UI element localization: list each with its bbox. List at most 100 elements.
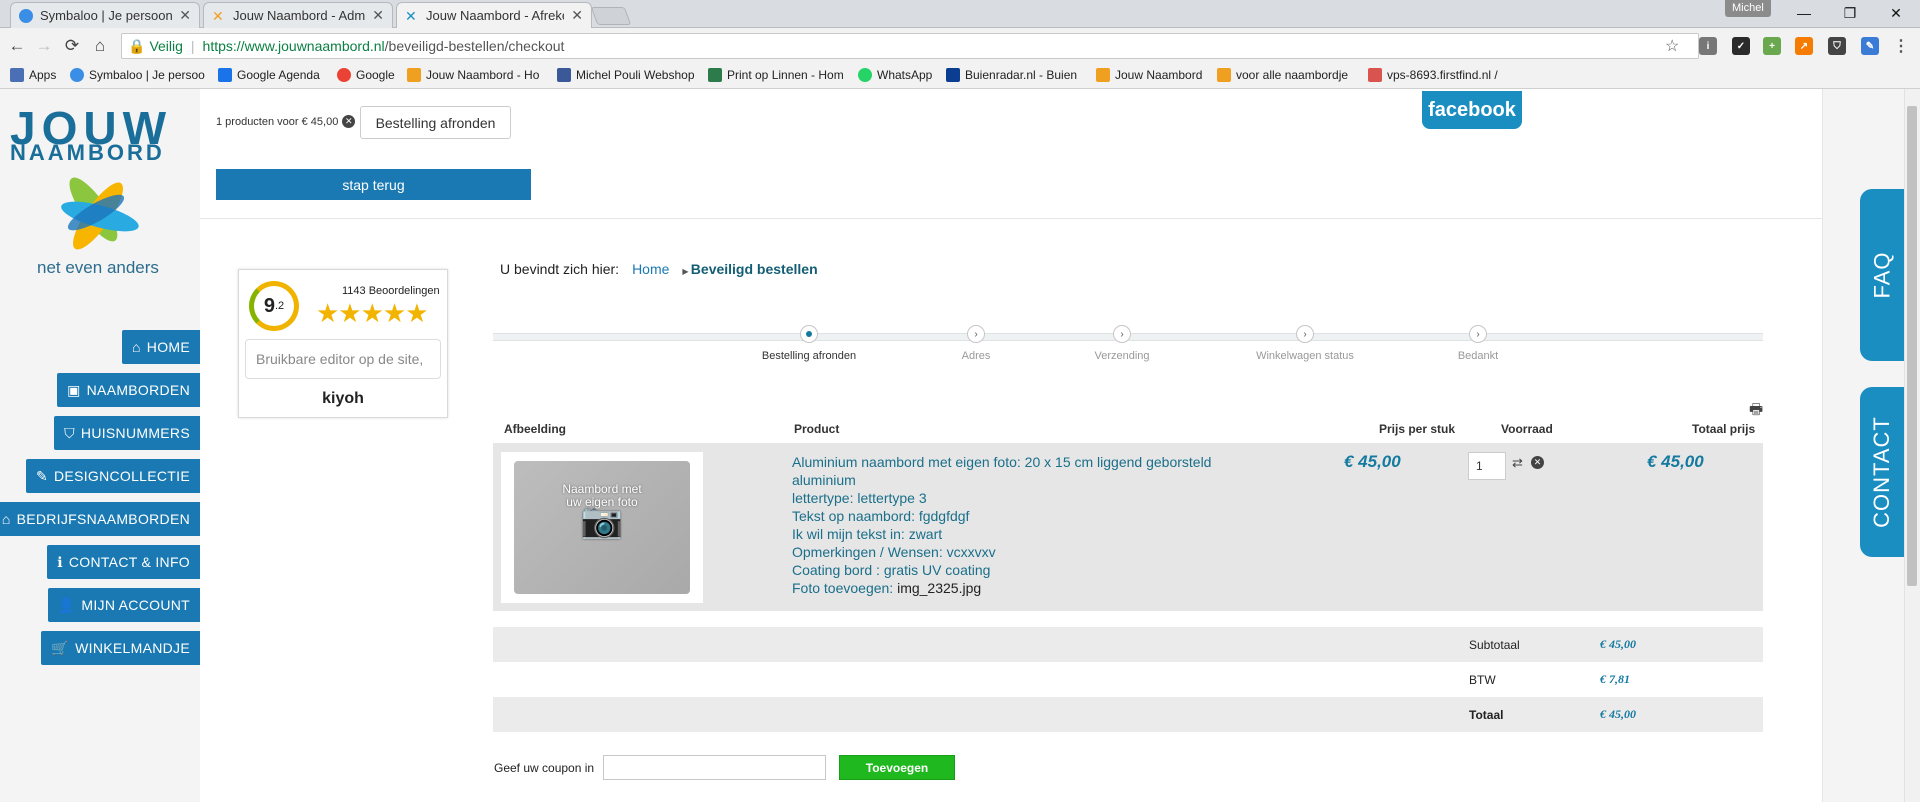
nav-winkelmandje[interactable]: 🛒 WINKELMANDJE <box>41 631 200 665</box>
faq-tab[interactable]: FAQ <box>1860 189 1904 361</box>
facebook-button[interactable]: facebook <box>1422 91 1522 129</box>
totals-row-btw <box>493 662 1763 697</box>
naambord-icon <box>1217 68 1231 82</box>
product-title[interactable]: Aluminium naambord met eigen foto: 20 x … <box>792 453 1252 489</box>
bookmark-label: WhatsApp <box>877 68 933 82</box>
bookmark-naambordjes[interactable]: voor alle naambordje <box>1217 68 1348 82</box>
new-tab-button[interactable] <box>590 7 632 25</box>
step-dot: › <box>1113 325 1131 343</box>
bookmark-label: Print op Linnen - Hom <box>727 68 844 82</box>
coupon-label: Geef uw coupon in <box>494 761 595 775</box>
nav-designcollectie[interactable]: ✎ DESIGNCOLLECTIE <box>25 459 200 493</box>
breadcrumb: U bevindt zich hier: Home ▶ Beveiligd be… <box>500 261 818 277</box>
norton-extension-icon[interactable]: ✓ <box>1732 37 1750 55</box>
bookmark-jouw-naambord[interactable]: Jouw Naambord <box>1096 68 1202 82</box>
translate-extension-icon[interactable]: + <box>1763 37 1781 55</box>
bookmark-webshop[interactable]: Michel Pouli Webshop <box>557 68 695 82</box>
maximize-button[interactable]: ❐ <box>1827 0 1873 26</box>
forward-button[interactable]: → <box>33 35 55 57</box>
bookmark-buienradar[interactable]: Buienradar.nl - Buien <box>946 68 1077 82</box>
col-header-unit-price: Prijs per stuk <box>1379 422 1456 436</box>
url-path: /beveiligd-bestellen/checkout <box>384 38 565 54</box>
logo-star-icon <box>61 177 139 250</box>
breadcrumb-current: ▶ Beveiligd bestellen <box>682 261 817 277</box>
kiyoh-brand[interactable]: kiyoh <box>238 390 448 408</box>
nav-label: HOME <box>146 339 190 355</box>
bookmark-vps[interactable]: vps-8693.firstfind.nl / <box>1368 68 1498 82</box>
profile-badge[interactable]: Michel <box>1725 0 1771 17</box>
address-bar[interactable]: 🔒 Veilig | https://www.jouwnaambord.nl/b… <box>121 33 1699 59</box>
contact-tab[interactable]: CONTACT <box>1860 387 1904 557</box>
bookmark-star-icon[interactable]: ☆ <box>1665 36 1679 56</box>
scrollbar-thumb[interactable] <box>1907 106 1917 586</box>
coupon-add-button[interactable]: Toevoegen <box>839 755 955 780</box>
subtotal-label: Subtotaal <box>1469 638 1520 652</box>
calendar-icon <box>218 68 232 82</box>
close-icon[interactable]: ✕ <box>179 7 191 24</box>
nav-bedrijfsnaamborden[interactable]: ⌂ BEDRIJFSNAAMBORDEN <box>0 502 200 536</box>
tools-extension-icon[interactable]: ✎ <box>1861 37 1879 55</box>
home-button[interactable]: ⌂ <box>89 35 111 57</box>
breadcrumb-home[interactable]: Home <box>632 261 669 277</box>
bookmark-label: Symbaloo | Je persoo <box>89 68 205 82</box>
step-label-active: Bestelling afronden <box>761 350 857 362</box>
product-photo-label: Foto toevoegen: <box>792 580 894 596</box>
kiyoh-score: 9.2 <box>249 281 299 331</box>
brush-icon: ✎ <box>35 467 49 484</box>
analytics-extension-icon[interactable]: ↗ <box>1795 37 1813 55</box>
webshop-icon <box>557 68 571 82</box>
bookmark-label: Google Agenda <box>237 68 320 82</box>
nav-home[interactable]: ⌂ HOME <box>122 330 200 364</box>
nav-naamborden[interactable]: ▣ NAAMBORDEN <box>57 373 200 407</box>
close-icon[interactable]: ✕ <box>372 7 384 24</box>
menu-icon[interactable]: ⋮ <box>1892 37 1910 55</box>
url-host: https://www.jouwnaambord.nl <box>202 38 385 54</box>
product-text: Tekst op naambord: fgdgfdgf <box>792 508 970 524</box>
score-value: 9 <box>263 294 275 317</box>
minimize-button[interactable]: — <box>1781 0 1827 26</box>
symbaloo-favicon-icon <box>19 8 33 23</box>
close-window-button[interactable]: ✕ <box>1873 0 1919 26</box>
logo-tagline: net even anders <box>37 258 159 277</box>
quantity-input[interactable]: 1 <box>1468 452 1506 480</box>
home-icon: ⌂ <box>132 339 141 355</box>
reload-button[interactable]: ⟳ <box>61 35 83 57</box>
step-label: Winkelwagen status <box>1256 350 1354 362</box>
tab-checkout[interactable]: ✕ Jouw Naambord - Afreken ✕ <box>396 2 592 28</box>
remove-item-icon[interactable]: ✕ <box>1531 456 1544 469</box>
bookmark-whatsapp[interactable]: WhatsApp <box>858 68 932 82</box>
bookmark-google[interactable]: Google <box>337 68 395 82</box>
print-icon[interactable]: 🖶 <box>1749 399 1763 424</box>
bookmark-symbaloo[interactable]: Symbaloo | Je persoo <box>70 68 205 82</box>
row-total: € 45,00 <box>1647 452 1704 471</box>
bookmark-print-op-linnen[interactable]: Print op Linnen - Hom <box>708 68 844 82</box>
coupon-input[interactable] <box>603 755 826 780</box>
product-thumbnail[interactable]: Naambord met uw eigen foto 📷 <box>514 461 690 594</box>
tab-admin[interactable]: ✕ Jouw Naambord - Admin ✕ <box>203 2 393 28</box>
shield-extension-icon[interactable]: ⛉ <box>1828 37 1846 55</box>
info-extension-icon[interactable]: i <box>1699 37 1717 55</box>
close-icon[interactable]: ✕ <box>571 7 583 24</box>
bookmark-label: Google <box>356 68 395 82</box>
bookmark-jouw-naambord-home[interactable]: Jouw Naambord - Ho <box>407 68 539 82</box>
linnen-icon <box>708 68 722 82</box>
step-back-button[interactable]: stap terug <box>216 169 531 200</box>
logo-naambord[interactable]: NAAMBORD <box>10 140 165 166</box>
nav-huisnummers[interactable]: ⛉ HUISNUMMERS <box>54 416 200 450</box>
bookmark-google-agenda[interactable]: Google Agenda <box>218 68 320 82</box>
nav-contact-info[interactable]: ℹ CONTACT & INFO <box>47 545 200 579</box>
bookmark-label: Buienradar.nl - Buien <box>965 68 1078 82</box>
finish-order-button[interactable]: Bestelling afronden <box>360 106 511 139</box>
breadcrumb-current-label: Beveiligd bestellen <box>690 261 818 277</box>
refresh-icon[interactable]: ⇄ <box>1512 455 1523 471</box>
bookmark-apps[interactable]: Apps <box>10 68 56 82</box>
remove-icon[interactable]: ✕ <box>342 115 356 128</box>
contact-label: CONTACT <box>1869 416 1895 528</box>
tab-symbaloo[interactable]: Symbaloo | Je persoonlijke ✕ <box>10 2 200 28</box>
kiyoh-review-count: 1143 Beoordelingen <box>342 285 440 297</box>
back-button[interactable]: ← <box>6 35 28 57</box>
naambord-favicon-icon: ✕ <box>212 7 224 24</box>
bookmark-label: Michel Pouli Webshop <box>576 68 695 82</box>
nav-mijn-account[interactable]: 👤 MIJN ACCOUNT <box>47 588 200 622</box>
buienradar-icon <box>946 68 960 82</box>
